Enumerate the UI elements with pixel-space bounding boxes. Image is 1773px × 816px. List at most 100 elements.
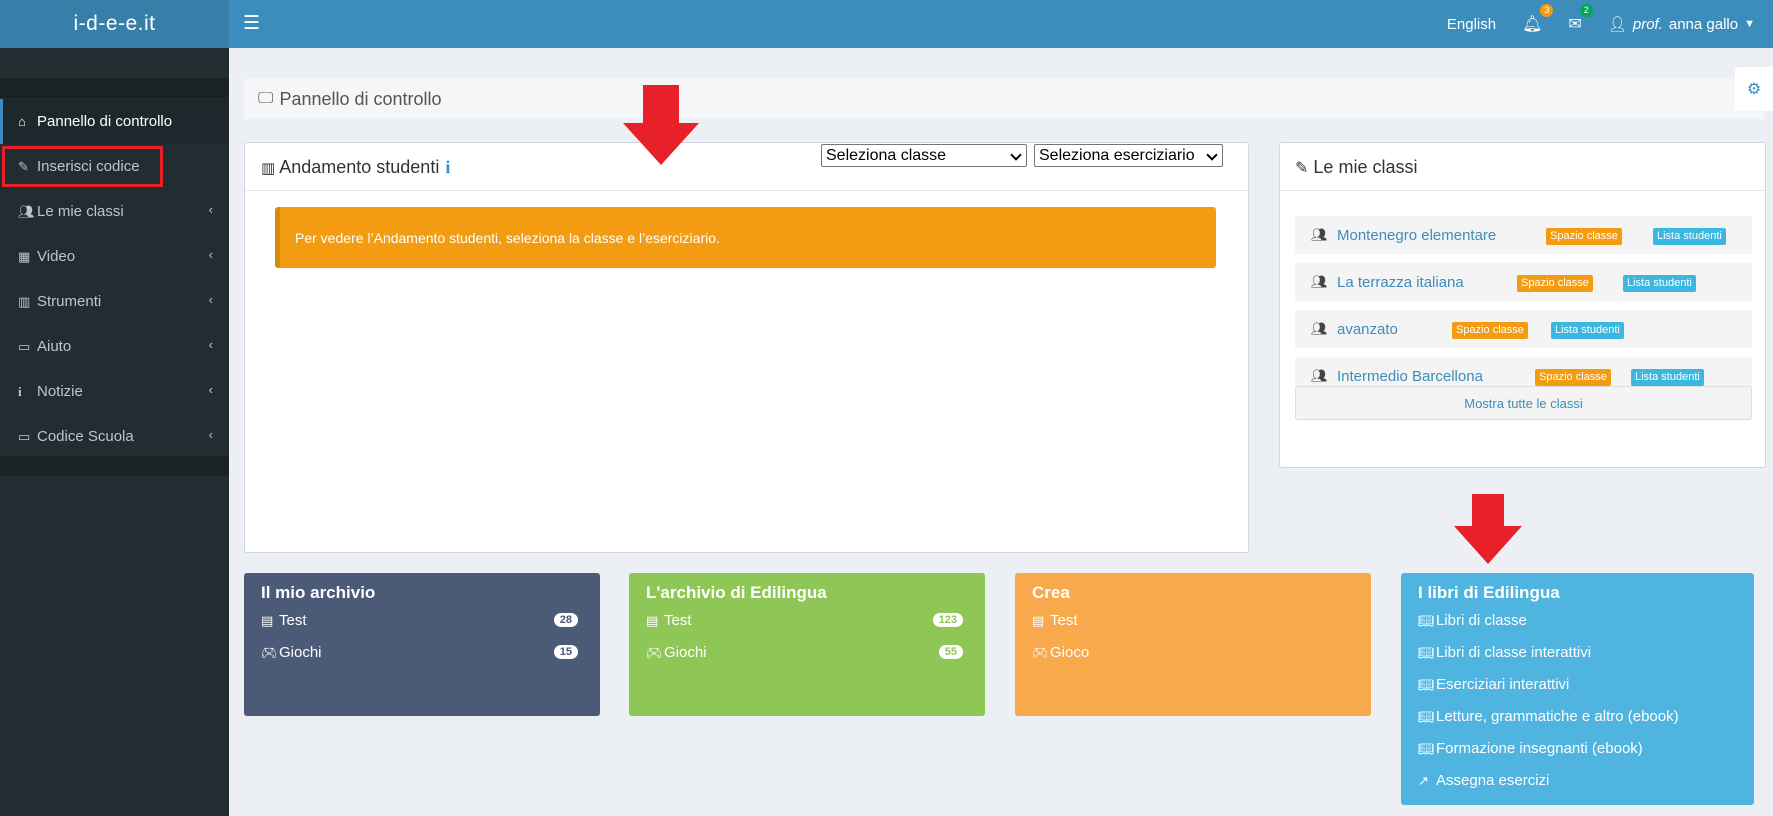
students-progress-box: ▥ Andamento studenti i Seleziona classe S…: [244, 142, 1249, 553]
count-badge: 123: [932, 613, 963, 627]
class-space-label[interactable]: Spazio classe: [1546, 228, 1622, 245]
count-badge: 55: [938, 645, 963, 659]
edilingua-books-tile: I libri di Edilingua 📖︎ Libri di classe 📖…: [1401, 573, 1754, 805]
chevron-left-icon: ‹: [208, 427, 213, 442]
show-all-classes-button[interactable]: Mostra tutte le classi: [1295, 386, 1752, 420]
file-icon: ▤: [261, 612, 274, 628]
sidebar-item-video[interactable]: ▦ Video ‹: [0, 234, 229, 279]
sidebar-item-tools[interactable]: ▥ Strumenti ‹: [0, 279, 229, 324]
box-divider: [245, 190, 1248, 191]
link-label: Test: [664, 612, 692, 629]
workbook-select[interactable]: Seleziona eserciziario: [1034, 144, 1223, 167]
sidebar-divider: [0, 78, 229, 98]
gear-icon[interactable]: ⚙: [1735, 67, 1773, 111]
student-list-label[interactable]: Lista studenti: [1653, 228, 1726, 245]
create-test-link[interactable]: ▤ Test: [1032, 612, 1078, 629]
assign-exercises-link[interactable]: ↗ Assegna esercizi: [1418, 772, 1549, 789]
book-icon: 📖︎: [1418, 708, 1435, 724]
chevron-left-icon: ‹: [208, 247, 213, 262]
students-progress-title: ▥ Andamento studenti i: [261, 157, 450, 178]
count-badge: 15: [553, 645, 578, 659]
link-label: Letture, grammatiche e altro (ebook): [1436, 708, 1679, 725]
class-name-link[interactable]: avanzato: [1337, 321, 1398, 338]
books-link[interactable]: 📖︎ Libri di classe interattivi: [1418, 644, 1591, 661]
chevron-left-icon: ‹: [208, 202, 213, 217]
user-prefix: prof.: [1632, 15, 1663, 33]
class-row[interactable]: 👥︎ La terrazza italiana Spazio classe Li…: [1295, 263, 1752, 301]
edilingua-games-link[interactable]: 🎮︎ Giochi: [646, 644, 707, 661]
sidebar-item-label: Aiuto: [37, 338, 72, 355]
class-name-link[interactable]: Intermedio Barcellona: [1337, 368, 1483, 385]
archive-games-link[interactable]: 🎮︎ Giochi: [261, 644, 322, 661]
sidebar-item-school-code[interactable]: ▭ Codice Scuola ‹: [0, 414, 229, 459]
my-archive-tile: Il mio archivio ▤ Test 28 🎮︎ Giochi 15: [244, 573, 600, 716]
users-icon: 👥︎: [18, 203, 35, 219]
class-row[interactable]: 👥︎ Montenegro elementare Spazio classe L…: [1295, 216, 1752, 254]
info-icon[interactable]: i: [445, 157, 450, 177]
box-divider: [1280, 190, 1765, 191]
chevron-left-icon: ‹: [208, 382, 213, 397]
bar-chart-icon: ▥: [261, 160, 276, 177]
class-space-label[interactable]: Spazio classe: [1452, 322, 1528, 339]
annotation-arrow-icon: [1454, 494, 1522, 564]
sidebar-item-news[interactable]: i Notizie ‹: [0, 369, 229, 414]
my-classes-label: Le mie classi: [1313, 157, 1418, 177]
students-progress-label: Andamento studenti: [279, 157, 440, 177]
film-icon: ▦: [18, 248, 31, 264]
link-label: Gioco: [1050, 644, 1090, 661]
book-icon: 📖︎: [1418, 612, 1435, 628]
tile-title: Crea: [1032, 583, 1070, 602]
link-label: Eserciziari interattivi: [1436, 676, 1570, 693]
sidebar-item-help[interactable]: ▭ Aiuto ‹: [0, 324, 229, 369]
users-icon: 👥︎: [1311, 274, 1328, 289]
link-label: Test: [279, 612, 307, 629]
my-classes-title: ✎ Le mie classi: [1295, 157, 1417, 178]
page-header: 🖵︎ Pannello di controllo: [244, 79, 1764, 119]
class-name-link[interactable]: La terrazza italiana: [1337, 274, 1464, 291]
envelope-icon[interactable]: ✉ 2: [1568, 4, 1593, 34]
home-icon: ⌂: [18, 114, 26, 129]
users-icon: 👥︎: [1311, 227, 1328, 242]
create-game-link[interactable]: 🎮︎ Gioco: [1032, 644, 1089, 661]
my-classes-box: ✎ Le mie classi 👥︎ Montenegro elementare…: [1279, 142, 1766, 468]
archive-test-link[interactable]: ▤ Test: [261, 612, 307, 629]
app-logo[interactable]: i-d-e-e.it: [0, 0, 229, 48]
annotation-arrow-icon: [623, 85, 699, 165]
users-icon: 👥︎: [1311, 368, 1328, 383]
users-icon: 👥︎: [1311, 321, 1328, 336]
file-icon: ▤: [1032, 612, 1045, 628]
gamepad-icon: 🎮︎: [261, 644, 278, 660]
link-label: Giochi: [664, 644, 707, 661]
bar-chart-icon: ▥: [18, 293, 31, 309]
sidebar-item-dashboard[interactable]: ⌂ Pannello di controllo: [0, 99, 229, 144]
navbar-right: English 🔔︎ 3 ✉ 2 👤︎ prof. anna gallo ▼: [1447, 0, 1755, 48]
caret-down-icon: ▼: [1744, 18, 1755, 30]
student-list-label[interactable]: Lista studenti: [1631, 369, 1704, 386]
books-link[interactable]: 📖︎ Formazione insegnanti (ebook): [1418, 740, 1643, 757]
language-selector[interactable]: English: [1447, 16, 1496, 33]
class-space-label[interactable]: Spazio classe: [1517, 275, 1593, 292]
gamepad-icon: 🎮︎: [646, 644, 663, 660]
class-name-link[interactable]: Montenegro elementare: [1337, 227, 1496, 244]
select-alert: Per vedere l’Andamento studenti, selezio…: [275, 207, 1216, 268]
sidebar-item-my-classes[interactable]: 👥︎ Le mie classi ‹: [0, 189, 229, 234]
user-name: anna gallo: [1668, 15, 1739, 33]
bell-icon[interactable]: 🔔︎ 3: [1522, 4, 1554, 34]
user-menu[interactable]: 👤︎ prof. anna gallo ▼: [1608, 15, 1755, 34]
sidebar-item-label: Le mie classi: [37, 203, 124, 220]
books-link[interactable]: 📖︎ Eserciziari interattivi: [1418, 676, 1569, 693]
notifications-badge: 3: [1540, 4, 1554, 17]
class-select[interactable]: Seleziona classe: [821, 144, 1027, 167]
edilingua-test-link[interactable]: ▤ Test: [646, 612, 692, 629]
sidebar-item-label: Pannello di controllo: [37, 113, 173, 130]
student-list-label[interactable]: Lista studenti: [1551, 322, 1624, 339]
link-label: Assegna esercizi: [1436, 772, 1550, 789]
books-link[interactable]: 📖︎ Libri di classe: [1418, 612, 1527, 629]
pencil-icon: ✎: [1295, 160, 1309, 177]
hamburger-icon[interactable]: ☰: [243, 14, 260, 33]
books-link[interactable]: 📖︎ Letture, grammatiche e altro (ebook): [1418, 708, 1679, 725]
student-list-label[interactable]: Lista studenti: [1623, 275, 1696, 292]
count-badge: 28: [553, 613, 578, 627]
class-row[interactable]: 👥︎ avanzato Spazio classe Lista studenti: [1295, 310, 1752, 348]
class-space-label[interactable]: Spazio classe: [1535, 369, 1611, 386]
